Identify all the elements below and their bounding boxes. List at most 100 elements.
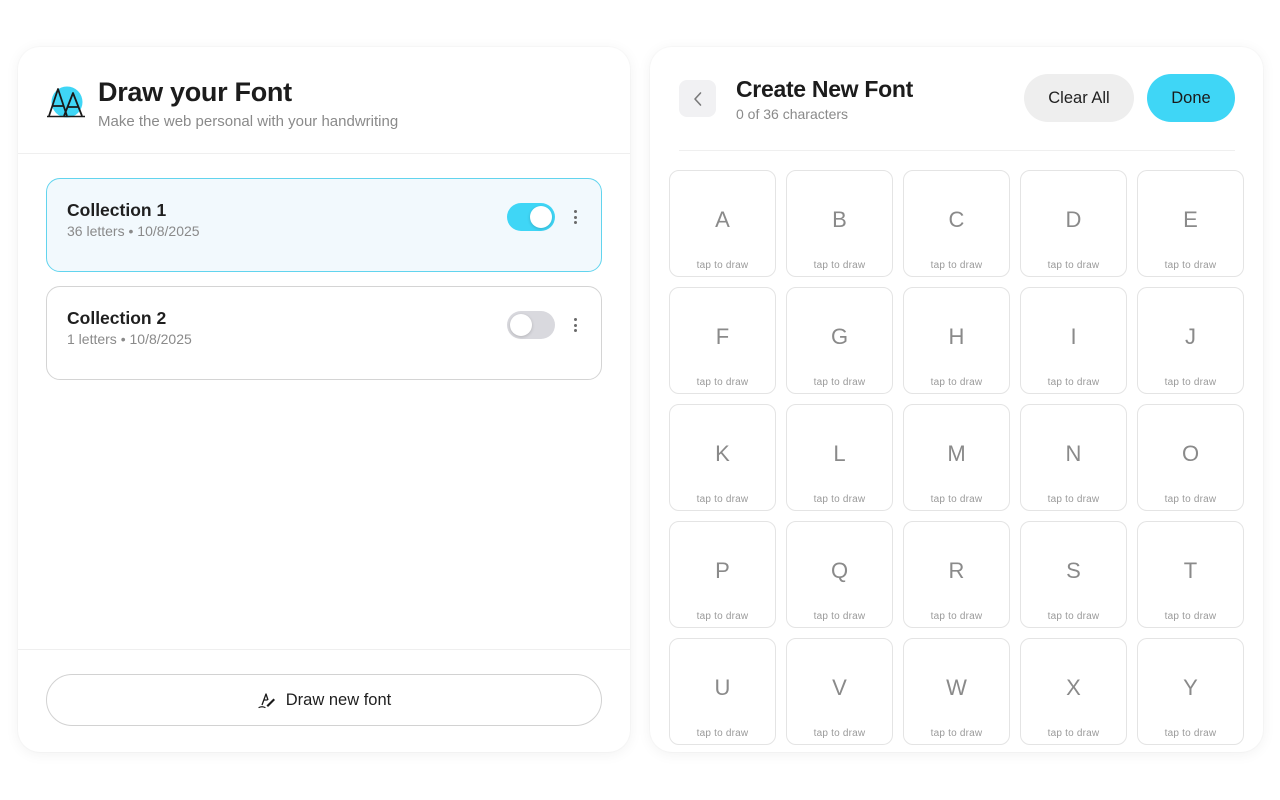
divider (679, 150, 1235, 151)
tap-to-draw-hint: tap to draw (930, 611, 983, 622)
tap-to-draw-hint: tap to draw (1164, 377, 1217, 388)
aa-logo-icon (47, 85, 87, 119)
collection-letter-count: 1 letters (67, 331, 117, 347)
more-options-icon[interactable] (567, 313, 583, 337)
character-letter: L (833, 441, 846, 466)
character-cell[interactable]: Jtap to draw (1137, 287, 1244, 394)
character-letter: X (1066, 675, 1081, 700)
tap-to-draw-hint: tap to draw (1164, 611, 1217, 622)
character-cell[interactable]: Etap to draw (1137, 170, 1244, 277)
tap-to-draw-hint: tap to draw (930, 377, 983, 388)
character-letter: O (1181, 441, 1200, 466)
character-cell[interactable]: Stap to draw (1020, 521, 1127, 628)
panel-footer: Draw new font (18, 649, 630, 752)
collection-meta: 1 letters • 10/8/2025 (67, 331, 192, 347)
character-letter: D (1065, 207, 1082, 232)
character-cell[interactable]: Ftap to draw (669, 287, 776, 394)
tap-to-draw-hint: tap to draw (696, 260, 749, 271)
character-letter: T (1183, 558, 1198, 583)
character-cell[interactable]: Otap to draw (1137, 404, 1244, 511)
collection-meta: 36 letters • 10/8/2025 (67, 223, 200, 239)
tap-to-draw-hint: tap to draw (696, 611, 749, 622)
draw-new-font-button[interactable]: Draw new font (46, 674, 602, 726)
tap-to-draw-hint: tap to draw (1047, 611, 1100, 622)
character-letter: E (1183, 207, 1198, 232)
meta-separator: • (128, 223, 138, 239)
collection-toggle[interactable] (507, 203, 555, 231)
character-cell[interactable]: Btap to draw (786, 170, 893, 277)
character-letter: W (946, 675, 967, 700)
tap-to-draw-hint: tap to draw (930, 260, 983, 271)
character-cell[interactable]: Vtap to draw (786, 638, 893, 745)
tap-to-draw-hint: tap to draw (1047, 260, 1100, 271)
character-cell[interactable]: Htap to draw (903, 287, 1010, 394)
character-cell[interactable]: Ttap to draw (1137, 521, 1244, 628)
character-cell[interactable]: Wtap to draw (903, 638, 1010, 745)
collections-panel: Draw your Font Make the web personal wit… (18, 47, 630, 752)
tap-to-draw-hint: tap to draw (696, 494, 749, 505)
character-cell[interactable]: Gtap to draw (786, 287, 893, 394)
pen-signature-icon (258, 693, 275, 709)
character-letter: U (714, 675, 731, 700)
character-cell[interactable]: Atap to draw (669, 170, 776, 277)
tap-to-draw-hint: tap to draw (1164, 260, 1217, 271)
character-letter: R (948, 558, 965, 583)
character-letter: B (832, 207, 847, 232)
collection-card-2[interactable]: Collection 2 1 letters • 10/8/2025 (46, 286, 602, 380)
character-letter: Q (830, 558, 849, 583)
panel-header: Draw your Font Make the web personal wit… (18, 47, 630, 154)
page-title: Draw your Font (98, 77, 292, 107)
character-letter: A (715, 207, 730, 232)
chevron-left-icon (693, 91, 701, 106)
collection-card-1[interactable]: Collection 1 36 letters • 10/8/2025 (46, 178, 602, 272)
character-cell[interactable]: Ktap to draw (669, 404, 776, 511)
character-letter: P (715, 558, 730, 583)
character-letter: G (830, 324, 849, 349)
tap-to-draw-hint: tap to draw (813, 728, 866, 739)
character-cell[interactable]: Dtap to draw (1020, 170, 1127, 277)
tap-to-draw-hint: tap to draw (1164, 494, 1217, 505)
tap-to-draw-hint: tap to draw (813, 611, 866, 622)
collection-name: Collection 2 (67, 308, 167, 328)
clear-all-button[interactable]: Clear All (1024, 74, 1134, 122)
editor-title: Create New Font (736, 76, 913, 102)
toggle-knob (510, 314, 532, 336)
more-options-icon[interactable] (567, 205, 583, 229)
tap-to-draw-hint: tap to draw (1164, 728, 1217, 739)
character-cell[interactable]: Mtap to draw (903, 404, 1010, 511)
done-button[interactable]: Done (1147, 74, 1235, 122)
character-letter: V (832, 675, 847, 700)
character-letter: S (1066, 558, 1081, 583)
character-letter: I (1070, 324, 1077, 349)
character-cell[interactable]: Ptap to draw (669, 521, 776, 628)
character-cell[interactable]: Ytap to draw (1137, 638, 1244, 745)
tap-to-draw-hint: tap to draw (696, 377, 749, 388)
character-cell[interactable]: Ltap to draw (786, 404, 893, 511)
character-cell[interactable]: Rtap to draw (903, 521, 1010, 628)
tap-to-draw-hint: tap to draw (813, 494, 866, 505)
character-cell[interactable]: Ntap to draw (1020, 404, 1127, 511)
character-grid: Atap to draw Btap to draw Ctap to draw Dtap… (669, 170, 1244, 745)
tap-to-draw-hint: tap to draw (930, 494, 983, 505)
collection-date: 10/8/2025 (129, 331, 192, 347)
collection-name: Collection 1 (67, 200, 167, 220)
character-cell[interactable]: Utap to draw (669, 638, 776, 745)
tap-to-draw-hint: tap to draw (696, 728, 749, 739)
collection-date: 10/8/2025 (137, 223, 200, 239)
character-letter: F (715, 324, 730, 349)
character-letter: C (948, 207, 965, 232)
character-cell[interactable]: Itap to draw (1020, 287, 1127, 394)
character-cell[interactable]: Ctap to draw (903, 170, 1010, 277)
character-count: 0 of 36 characters (736, 106, 849, 122)
character-cell[interactable]: Qtap to draw (786, 521, 893, 628)
tap-to-draw-hint: tap to draw (1047, 494, 1100, 505)
tap-to-draw-hint: tap to draw (930, 728, 983, 739)
toggle-knob (530, 206, 552, 228)
character-letter: J (1185, 324, 1196, 349)
page-subtitle: Make the web personal with your handwrit… (98, 113, 399, 130)
character-cell[interactable]: Xtap to draw (1020, 638, 1127, 745)
font-editor-panel: Create New Font 0 of 36 characters Clear… (650, 47, 1263, 752)
collection-toggle[interactable] (507, 311, 555, 339)
tap-to-draw-hint: tap to draw (813, 377, 866, 388)
back-button[interactable] (679, 80, 716, 117)
